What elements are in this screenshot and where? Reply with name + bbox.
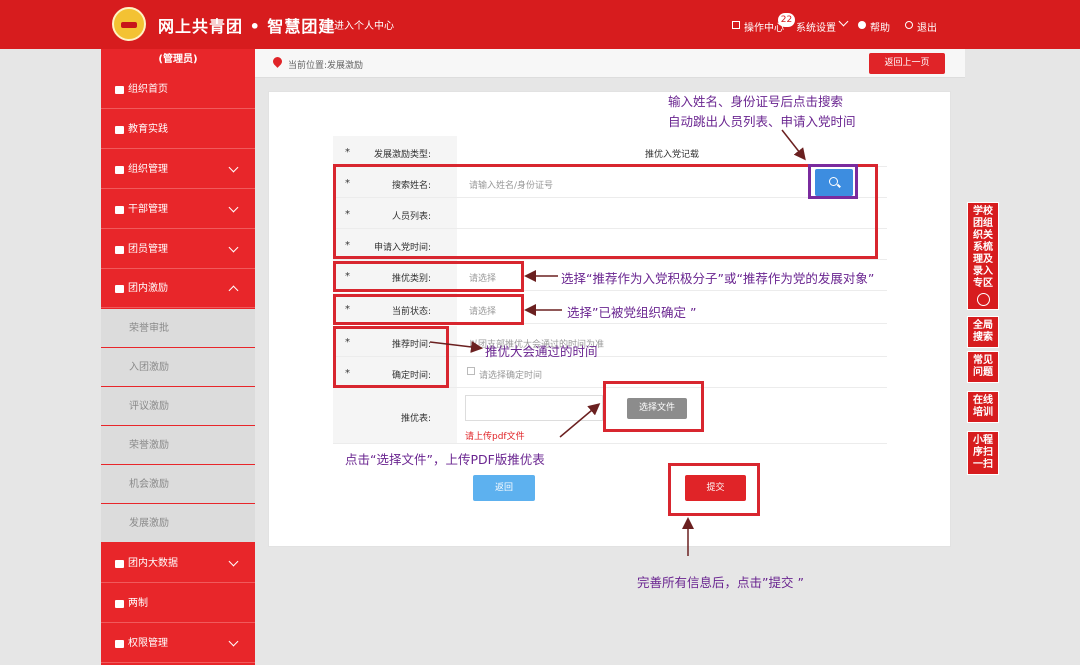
help-icon xyxy=(858,21,866,29)
personal-center-link[interactable]: 进入个人中心 xyxy=(334,17,394,32)
sidebar-item-permissions[interactable]: 权限管理 xyxy=(101,624,255,663)
tool-label: 学校团组织关系梳理及录入专区 xyxy=(973,206,993,289)
field-label: 推优表: xyxy=(400,414,431,424)
calendar-icon xyxy=(467,367,475,375)
location-pin-icon xyxy=(271,55,284,68)
chevron-up-icon xyxy=(228,285,239,296)
chevron-down-icon xyxy=(228,202,239,213)
sidebar-item-label: 团员管理 xyxy=(128,244,168,255)
sidebar-item-label: 组织首页 xyxy=(128,84,168,95)
pdf-hint: 请上传pdf文件 xyxy=(465,432,525,442)
chevron-down-icon xyxy=(228,242,239,253)
org-icon xyxy=(115,166,124,174)
sidebar-subitem[interactable]: 荣誉激励 xyxy=(101,426,255,465)
users-icon xyxy=(115,246,124,254)
annotation-upload: 点击“选择文件”，上传PDF版推优表 xyxy=(345,452,545,467)
sidebar-item-label: 干部管理 xyxy=(128,204,168,215)
sidebar-item-label: 权限管理 xyxy=(128,638,168,649)
highlight-search-button xyxy=(808,164,858,199)
breadcrumb-text: 当前位置:发展激励 xyxy=(288,61,364,71)
system-settings-link[interactable]: 系统设置 xyxy=(796,19,836,34)
tool-training[interactable]: 在线培训 xyxy=(967,391,999,423)
annotation-submit: 完善所有信息后，点击”提交 ” xyxy=(637,575,804,590)
chevron-down-circle-icon xyxy=(976,293,990,306)
sidebar: (管理员) 组织首页 教育实践 组织管理 干部管理 团员管理 团内激励 荣誉审批… xyxy=(101,49,255,665)
sidebar-item-label: 教育实践 xyxy=(128,124,168,135)
tool-miniprogram[interactable]: 小程序扫一扫 xyxy=(967,431,999,475)
sidebar-subitem[interactable]: 机会激励 xyxy=(101,465,255,504)
tool-global-search[interactable]: 全局搜索 xyxy=(967,316,999,348)
folder-icon xyxy=(115,126,124,134)
sidebar-item-label: 组织管理 xyxy=(128,164,168,175)
annotation-time: 推优大会通过的时间 xyxy=(485,344,598,359)
highlight-submit xyxy=(668,463,760,516)
app-title: 网上共青团 • 智慧团建 xyxy=(158,17,336,36)
annotation-status: 选择”已被党组织确定 ” xyxy=(567,305,697,320)
sidebar-item-cadre[interactable]: 干部管理 xyxy=(101,190,255,229)
mail-icon xyxy=(732,21,740,29)
form-row-type: * 发展激励类型: 推优入党记载 xyxy=(333,136,887,167)
sidebar-item-label: 团内大数据 xyxy=(128,558,178,569)
folder-icon xyxy=(115,560,124,568)
type-value: 推优入党记载 xyxy=(644,150,699,160)
sidebar-item-education[interactable]: 教育实践 xyxy=(101,110,255,149)
tool-faq[interactable]: 常见问题 xyxy=(967,351,999,383)
file-name-box xyxy=(465,395,603,421)
field-label: 发展激励类型: xyxy=(373,150,431,160)
highlight-times xyxy=(333,326,449,388)
highlight-search-area xyxy=(333,164,878,259)
sidebar-item-label: 团内激励 xyxy=(128,283,168,294)
confirm-time-input[interactable]: 请选择确定时间 xyxy=(479,368,542,381)
org-icon xyxy=(115,285,124,293)
ops-badge: 22 xyxy=(778,13,795,27)
sidebar-item-two-systems[interactable]: 两制 xyxy=(101,584,255,623)
league-logo-icon xyxy=(112,7,146,41)
highlight-category xyxy=(333,261,524,292)
home-icon xyxy=(115,86,124,94)
home-icon xyxy=(115,600,124,608)
sidebar-item-incentive[interactable]: 团内激励 xyxy=(101,269,255,308)
sidebar-item-org[interactable]: 组织管理 xyxy=(101,150,255,189)
users-icon xyxy=(115,640,124,648)
chevron-down-icon xyxy=(838,16,849,27)
top-header: 网上共青团 • 智慧团建 进入个人中心 操作中心 22 系统设置 帮助 退出 xyxy=(0,0,1080,49)
back-previous-button[interactable]: 返回上一页 xyxy=(869,53,945,74)
sidebar-item-bigdata[interactable]: 团内大数据 xyxy=(101,544,255,583)
annotation-search-2: 自动跳出人员列表、申请入党时间 xyxy=(668,114,856,129)
sidebar-role: (管理员) xyxy=(158,54,198,65)
help-link[interactable]: 帮助 xyxy=(870,19,890,34)
return-button[interactable]: 返回 xyxy=(473,475,535,501)
logout-link[interactable]: 退出 xyxy=(917,19,937,34)
sidebar-item-members[interactable]: 团员管理 xyxy=(101,230,255,269)
sidebar-subitem[interactable]: 评议激励 xyxy=(101,387,255,426)
highlight-status xyxy=(333,294,524,325)
required-star: * xyxy=(345,147,350,158)
sidebar-subitem[interactable]: 荣誉审批 xyxy=(101,309,255,348)
chevron-down-icon xyxy=(228,556,239,567)
sidebar-item-home[interactable]: 组织首页 xyxy=(101,70,255,109)
logout-icon xyxy=(905,21,913,29)
chevron-down-icon xyxy=(228,636,239,647)
annotation-category: 选择“推荐作为入党积极分子”或“推荐作为党的发展对象” xyxy=(561,271,875,286)
tool-school-org[interactable]: 学校团组织关系梳理及录入专区 xyxy=(967,202,999,310)
highlight-file-button xyxy=(603,381,704,432)
sidebar-item-label: 两制 xyxy=(128,598,148,609)
users-icon xyxy=(115,206,124,214)
chevron-down-icon xyxy=(228,162,239,173)
sidebar-subitem-active[interactable]: 发展激励 xyxy=(101,504,255,543)
breadcrumb: 当前位置:发展激励 xyxy=(255,49,965,78)
annotation-search-1: 输入姓名、身份证号后点击搜索 xyxy=(668,94,844,109)
sidebar-subitem[interactable]: 入团激励 xyxy=(101,348,255,387)
